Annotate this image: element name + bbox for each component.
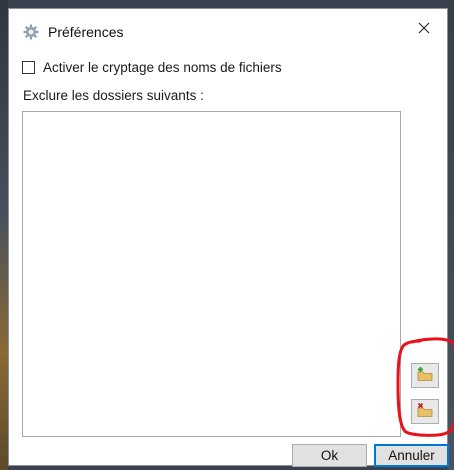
close-button[interactable]	[401, 9, 447, 49]
encrypt-option[interactable]: Activer le cryptage des noms de fichiers	[22, 60, 282, 75]
title-bar: Préférences	[9, 9, 447, 49]
desktop-background-left	[0, 0, 8, 470]
preferences-dialog: Préférences Activer le cryptage des noms…	[8, 8, 454, 467]
exclude-folders-label: Exclure les dossiers suivants :	[23, 88, 204, 103]
cancel-button[interactable]: Annuler	[374, 444, 449, 467]
encrypt-checkbox[interactable]	[22, 61, 35, 74]
close-icon	[418, 22, 430, 37]
add-folder-button[interactable]	[411, 363, 439, 388]
ok-button[interactable]: Ok	[292, 444, 367, 467]
folder-remove-icon	[416, 402, 434, 421]
excluded-folders-list[interactable]	[22, 111, 401, 437]
desktop-background-right	[448, 0, 454, 470]
window-title: Préférences	[48, 24, 124, 40]
gear-icon	[23, 24, 39, 40]
encrypt-label[interactable]: Activer le cryptage des noms de fichiers	[43, 60, 282, 75]
folder-add-icon	[416, 366, 434, 385]
remove-folder-button[interactable]	[411, 399, 439, 424]
